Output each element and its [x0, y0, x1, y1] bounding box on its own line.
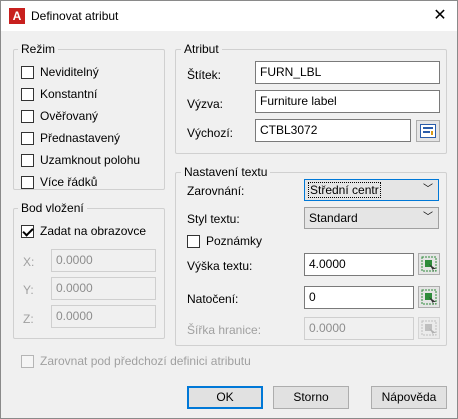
vychozi-label: Výchozí:	[187, 126, 234, 140]
stitek-field[interactable]: FURN_LBL	[255, 61, 440, 84]
checkbox-label: Konstantní	[40, 87, 98, 101]
vyska-label: Výška textu:	[187, 259, 253, 273]
styl-label: Styl textu:	[187, 212, 240, 226]
dialog-window: A Definovat atribut ✕ Režim Neviditelný …	[0, 0, 458, 419]
checkbox-label: Přednastavený	[40, 131, 121, 145]
z-label: Z:	[23, 312, 34, 326]
vyska-pick-button[interactable]	[418, 253, 440, 275]
pick-point-icon	[421, 320, 437, 336]
sirka-hranice-field[interactable]: 0.0000	[304, 317, 414, 340]
zarovnani-select[interactable]: Střední centr ﹀	[304, 179, 439, 201]
checkbox-label: Ověřovaný	[40, 109, 99, 123]
storno-button[interactable]: Storno	[273, 386, 349, 409]
checkbox-vice-radku[interactable]: Více řádků	[21, 175, 97, 189]
nastaveni-textu-group-label: Nastavení textu	[181, 165, 271, 179]
vyska-field[interactable]: 4.0000	[304, 253, 414, 276]
zarovnani-value: Střední centr	[308, 182, 381, 198]
vychozi-field[interactable]: CTBL3072	[255, 119, 411, 142]
checkbox-box[interactable]	[21, 109, 34, 123]
checkbox-label: Zadat na obrazovce	[40, 224, 147, 238]
x-field[interactable]: 0.0000	[51, 249, 156, 272]
ok-button[interactable]: OK	[187, 386, 263, 409]
checkbox-prednastaveny[interactable]: Přednastavený	[21, 131, 120, 145]
chevron-down-icon: ﹀	[423, 184, 433, 195]
checkbox-label: Neviditelný	[40, 65, 99, 79]
zarovnani-label: Zarovnání:	[187, 184, 245, 198]
z-field[interactable]: 0.0000	[51, 305, 156, 328]
chevron-down-icon: ﹀	[423, 212, 433, 223]
checkbox-zarovnat-pod-predchozi[interactable]: Zarovnat pod předchozí definici atributu	[21, 354, 251, 368]
natoceni-field[interactable]: 0	[304, 286, 414, 309]
checkbox-label: Uzamknout polohu	[40, 153, 141, 167]
insert-field-button[interactable]	[416, 120, 440, 142]
checkbox-konstantni[interactable]: Konstantní	[21, 87, 97, 101]
checkbox-label: Zarovnat pod předchozí definici atributu	[40, 354, 251, 368]
y-label: Y:	[23, 283, 34, 297]
sirka-hranice-label: Šířka hranice:	[187, 323, 262, 337]
y-field[interactable]: 0.0000	[51, 277, 156, 300]
checkbox-box[interactable]	[21, 65, 34, 79]
checkbox-box[interactable]	[21, 224, 34, 238]
checkbox-box[interactable]	[21, 175, 34, 189]
napoveda-button[interactable]: Nápověda	[371, 386, 447, 409]
checkbox-zadat-na-obrazovce[interactable]: Zadat na obrazovce	[21, 224, 146, 238]
bod-vlozeni-group-label: Bod vložení	[18, 201, 87, 215]
window-title: Definovat atribut	[31, 9, 119, 23]
app-icon: A	[9, 8, 25, 24]
insert-field-icon	[420, 124, 436, 138]
rezim-group-label: Režim	[18, 42, 59, 56]
styl-value: Standard	[309, 211, 358, 225]
pick-point-icon	[421, 289, 437, 305]
checkbox-overovany[interactable]: Ověřovaný	[21, 109, 98, 123]
natoceni-pick-button[interactable]	[418, 286, 440, 308]
sirka-pick-button[interactable]	[418, 317, 440, 339]
styl-textu-select[interactable]: Standard ﹀	[304, 207, 439, 229]
checkbox-neviditelny[interactable]: Neviditelný	[21, 65, 99, 79]
natoceni-label: Natočení:	[187, 292, 239, 306]
checkbox-label: Více řádků	[40, 175, 98, 189]
x-label: X:	[23, 255, 35, 269]
checkbox-uzamknout-polohu[interactable]: Uzamknout polohu	[21, 153, 140, 167]
close-icon[interactable]: ✕	[425, 3, 455, 29]
checkbox-box[interactable]	[21, 153, 34, 167]
checkbox-box[interactable]	[21, 354, 34, 368]
atribut-group-label: Atribut	[181, 42, 222, 56]
pick-point-icon	[421, 256, 437, 272]
vyzva-field[interactable]: Furniture label	[255, 90, 440, 113]
checkbox-label: Poznámky	[206, 234, 263, 248]
vyzva-label: Výzva:	[187, 97, 224, 111]
checkbox-box[interactable]	[21, 131, 34, 145]
checkbox-poznamky[interactable]: Poznámky	[187, 234, 262, 248]
stitek-label: Štítek:	[187, 68, 222, 82]
checkbox-box[interactable]	[21, 87, 34, 101]
title-bar: A Definovat atribut ✕	[1, 1, 457, 31]
checkbox-box[interactable]	[187, 234, 200, 248]
